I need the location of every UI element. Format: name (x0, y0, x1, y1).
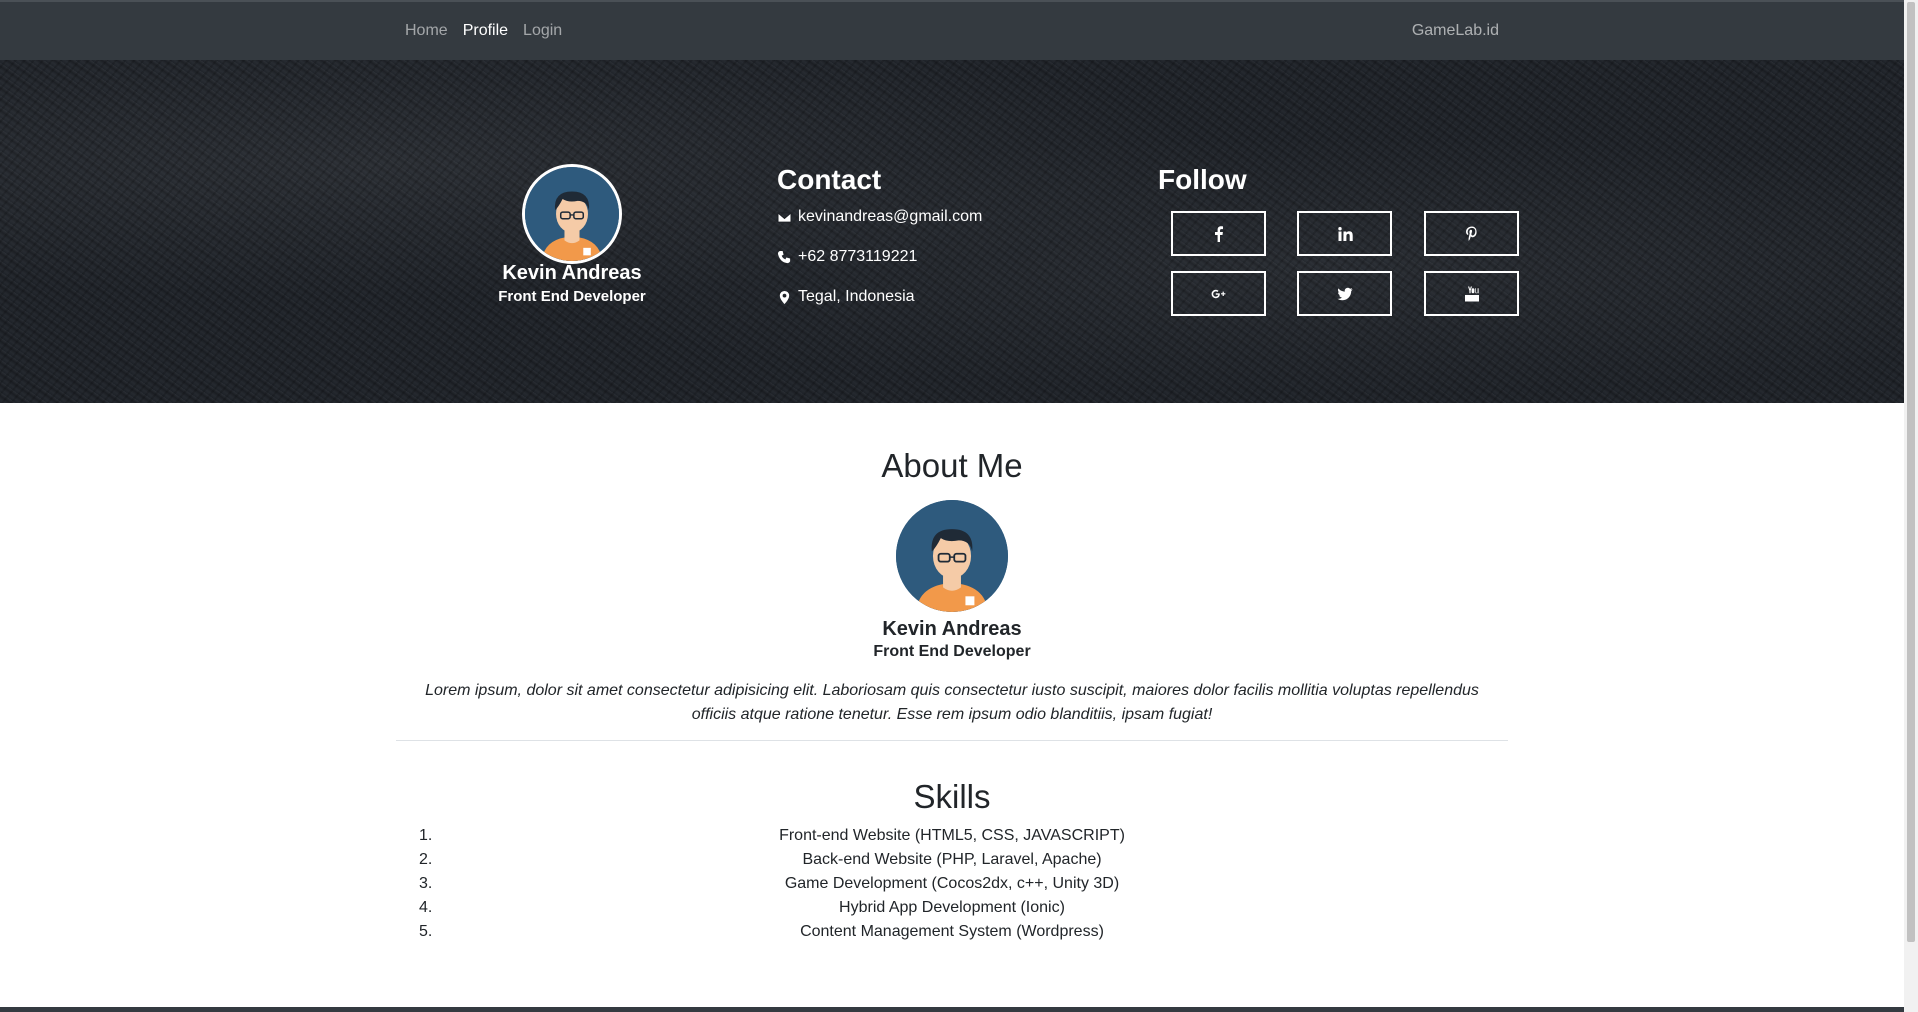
skill-label: Front-end Website (HTML5, CSS, JAVASCRIP… (779, 827, 1125, 844)
contact-phone[interactable]: +62 8773119221 (777, 248, 917, 266)
scrollbar-thumb[interactable] (1907, 2, 1915, 942)
facebook-button[interactable] (1171, 211, 1266, 256)
pinterest-icon (1465, 226, 1477, 241)
nav-profile-link[interactable]: Profile (463, 22, 508, 40)
brand-link[interactable]: GameLab.id (1412, 2, 1499, 60)
about-role: Front End Developer (873, 643, 1031, 660)
skill-label: Game Development (Cocos2dx, c++, Unity 3… (784, 875, 1120, 892)
skill-item: 5. Content Management System (Wordpress) (405, 920, 1499, 944)
follow-title: Follow (1158, 164, 1247, 195)
about-title: About Me (881, 447, 1023, 484)
skill-item: 3. Game Development (Cocos2dx, c++, Unity… (405, 872, 1499, 896)
youtube-button[interactable] (1424, 271, 1519, 316)
contact-email[interactable]: kevinandreas@gmail.com (777, 208, 982, 226)
youtube-icon (1464, 286, 1479, 301)
facebook-icon (1214, 225, 1223, 242)
twitter-button[interactable] (1297, 271, 1392, 316)
nav-links: Home Profile Login (405, 2, 577, 60)
skill-label: Hybrid App Development (Ionic) (839, 899, 1065, 916)
linkedin-icon (1337, 226, 1353, 241)
google-plus-button[interactable] (1171, 271, 1266, 316)
skill-number: 3. (419, 875, 433, 892)
linkedin-button[interactable] (1297, 211, 1392, 256)
skill-item: 4. Hybrid App Development (Ionic) (405, 896, 1499, 920)
skills-title: Skills (913, 778, 991, 815)
hero-role: Front End Developer (498, 288, 646, 305)
nav-home-link[interactable]: Home (405, 22, 448, 40)
envelope-icon (777, 211, 792, 223)
divider (396, 740, 1508, 741)
about-text: Lorem ipsum, dolor sit amet consectetur … (425, 682, 1479, 723)
skill-number: 5. (419, 923, 433, 940)
skill-number: 2. (419, 851, 433, 868)
contact-email-text: kevinandreas@gmail.com (798, 208, 983, 225)
skill-label: Back-end Website (PHP, Laravel, Apache) (802, 851, 1102, 868)
nav-login-link[interactable]: Login (523, 22, 562, 40)
google-plus-icon (1211, 289, 1225, 298)
twitter-icon (1337, 287, 1352, 300)
contact-location: Tegal, Indonesia (777, 288, 915, 306)
map-marker-icon (779, 290, 790, 304)
skill-item: 2. Back-end Website (PHP, Laravel, Apache… (405, 848, 1499, 872)
skill-label: Content Management System (Wordpress) (800, 923, 1104, 940)
phone-icon (777, 250, 791, 263)
contact-location-text: Tegal, Indonesia (798, 288, 915, 305)
hero-avatar (522, 164, 622, 264)
navbar: Home Profile Login GameLab.id (0, 0, 1904, 60)
footer-bar (0, 1007, 1904, 1012)
about-avatar (896, 500, 1008, 612)
developer-avatar-icon (896, 500, 1008, 612)
hero-section: Kevin Andreas Front End Developer Contac… (0, 60, 1904, 403)
skill-number: 4. (419, 899, 433, 916)
about-name: Kevin Andreas (882, 618, 1022, 640)
contact-title: Contact (777, 164, 882, 195)
skills-list: 1. Front-end Website (HTML5, CSS, JAVASCR… (405, 824, 1499, 944)
contact-phone-text: +62 8773119221 (798, 248, 918, 265)
scrollbar[interactable] (1904, 0, 1918, 1012)
developer-avatar-icon (525, 167, 619, 261)
skill-number: 1. (419, 827, 433, 844)
page: Home Profile Login GameLab.id Kevin Andr… (0, 0, 1904, 1012)
skill-item: 1. Front-end Website (HTML5, CSS, JAVASCR… (405, 824, 1499, 848)
hero-name: Kevin Andreas (502, 262, 642, 284)
pinterest-button[interactable] (1424, 211, 1519, 256)
